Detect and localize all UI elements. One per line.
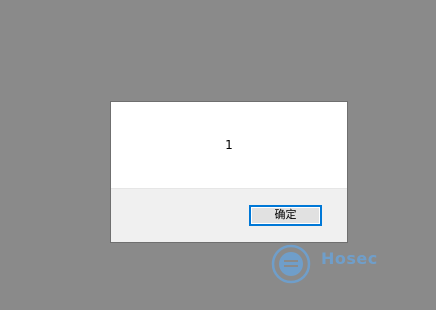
watermark-logo: Hosec bbox=[271, 244, 431, 286]
watermark-text: Hosec bbox=[321, 249, 378, 268]
alert-dialog: 1 确定 bbox=[110, 101, 348, 243]
dialog-body: 1 bbox=[111, 102, 347, 188]
dialog-message: 1 bbox=[225, 138, 233, 152]
dialog-footer: 确定 bbox=[111, 188, 347, 242]
ok-button[interactable]: 确定 bbox=[249, 205, 322, 226]
hosec-logo-icon bbox=[271, 244, 311, 284]
